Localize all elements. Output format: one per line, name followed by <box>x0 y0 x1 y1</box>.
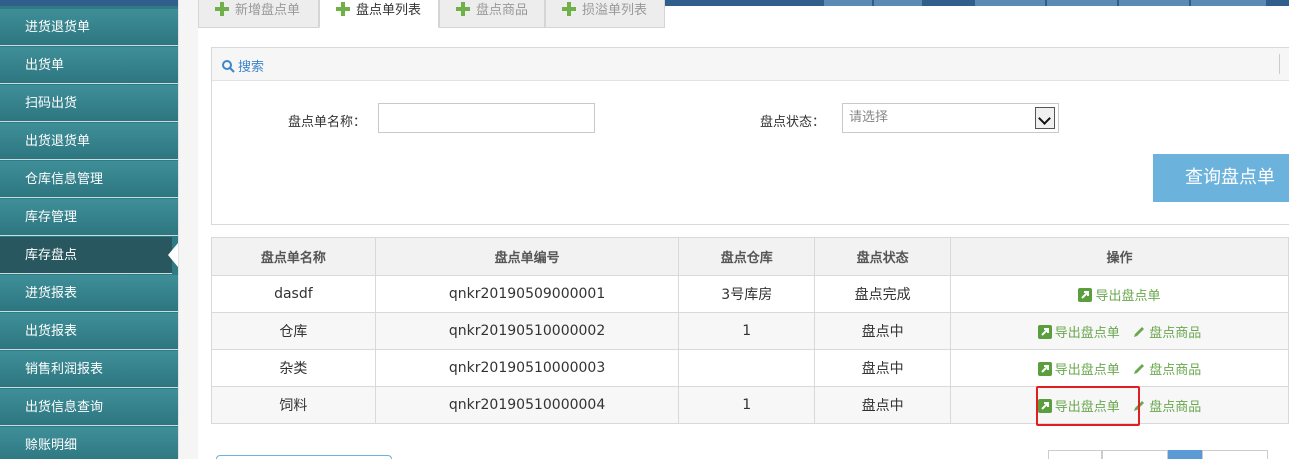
cell-name: 饲料 <box>211 386 376 424</box>
plus-icon <box>336 2 350 16</box>
sidebar-item-outbound-order[interactable]: 出货单 <box>0 47 178 84</box>
tab-label: 盘点商品 <box>476 3 529 18</box>
export-label: 导出盘点单 <box>1095 288 1161 304</box>
cell-status: 盘点中 <box>814 349 951 387</box>
sidebar-item-scan-outbound[interactable]: 扫码出货 <box>0 85 178 122</box>
search-panel: 搜索 盘点单名称： 盘点状态： 请选择 查询盘点单 <box>211 47 1289 225</box>
pager-button-current[interactable] <box>1168 450 1202 459</box>
cell-warehouse <box>678 349 816 387</box>
export-stocktake-link[interactable]: 导出盘点单 <box>1037 322 1120 341</box>
tab-stocktake-list[interactable]: 盘点单列表 <box>319 0 439 28</box>
search-icon <box>222 60 235 73</box>
active-indicator <box>168 243 178 267</box>
cell-code: qnkr20190510000004 <box>374 386 680 424</box>
top-bar-segment <box>1047 0 1117 6</box>
top-bar-segment <box>975 0 1045 6</box>
cell-name: 杂类 <box>211 349 376 387</box>
query-button[interactable]: 查询盘点单 <box>1153 154 1289 202</box>
header-divider <box>1279 54 1280 74</box>
tab-stocktake-goods[interactable]: 盘点商品 <box>439 0 545 28</box>
sidebar-item-outbound-query[interactable]: 出货信息查询 <box>0 389 178 426</box>
top-bar-segment <box>1191 0 1266 6</box>
tab-loss-list[interactable]: 损溢单列表 <box>545 0 665 28</box>
plus-icon <box>215 2 229 16</box>
sidebar-item-outbound-report[interactable]: 出货报表 <box>0 313 178 350</box>
pager-button[interactable] <box>1202 450 1268 459</box>
stocktake-name-input[interactable] <box>378 103 595 133</box>
status-field-label: 盘点状态： <box>760 115 826 130</box>
status-select[interactable]: 请选择 <box>842 103 1059 133</box>
top-bar-segment <box>824 0 872 6</box>
status-select-value: 请选择 <box>849 110 889 125</box>
cell-name: dasdf <box>211 275 376 313</box>
stocktake-goods-link[interactable]: 盘点商品 <box>1132 396 1201 415</box>
sidebar-item-inventory[interactable]: 库存管理 <box>0 199 178 236</box>
cell-warehouse: 1 <box>678 386 816 424</box>
stocktake-goods-link[interactable]: 盘点商品 <box>1132 322 1201 341</box>
highlight-box <box>1036 386 1140 426</box>
goods-label: 盘点商品 <box>1149 399 1202 415</box>
column-header: 操作 <box>949 237 1289 276</box>
table-row: 杂类 qnkr20190510000003 盘点中 导出盘点单 盘点商品 <box>211 349 1289 387</box>
plus-icon <box>456 2 470 16</box>
search-toggle[interactable]: 搜索 <box>222 56 264 75</box>
top-bar-segment <box>874 0 922 6</box>
pencil-icon <box>1134 326 1145 337</box>
export-icon <box>1037 361 1052 376</box>
chevron-down-icon[interactable] <box>1035 107 1055 129</box>
column-header: 盘点仓库 <box>678 237 816 276</box>
sidebar-item-purchase-report[interactable]: 进货报表 <box>0 275 178 312</box>
column-header: 盘点单名称 <box>211 237 376 276</box>
cell-code: qnkr20190510000002 <box>374 312 680 350</box>
pencil-icon <box>1134 363 1145 374</box>
pager-button[interactable] <box>1048 450 1102 459</box>
export-icon <box>1078 287 1093 302</box>
cell-warehouse: 1 <box>678 312 816 350</box>
export-stocktake-link[interactable]: 导出盘点单 <box>1078 285 1161 304</box>
goods-label: 盘点商品 <box>1149 362 1202 378</box>
export-icon <box>1037 324 1052 339</box>
tab-label: 新增盘点单 <box>235 3 301 18</box>
name-field-label: 盘点单名称： <box>288 115 367 130</box>
pager-button[interactable] <box>1102 450 1168 459</box>
sidebar-item-profit-report[interactable]: 销售利润报表 <box>0 351 178 388</box>
tab-label: 损溢单列表 <box>582 3 648 18</box>
cell-actions: 导出盘点单 <box>949 275 1289 313</box>
cell-status: 盘点中 <box>814 386 951 424</box>
export-stocktake-link[interactable]: 导出盘点单 <box>1037 359 1120 378</box>
goods-label: 盘点商品 <box>1149 325 1202 341</box>
cell-status: 盘点中 <box>814 312 951 350</box>
tab-new-stocktake[interactable]: 新增盘点单 <box>198 0 319 28</box>
sidebar-item-purchase-return[interactable]: 进货退货单 <box>0 9 178 46</box>
cell-actions: 导出盘点单 盘点商品 <box>949 312 1289 350</box>
column-header: 盘点单编号 <box>374 237 680 276</box>
stocktake-goods-link[interactable]: 盘点商品 <box>1132 359 1201 378</box>
cell-name: 仓库 <box>211 312 376 350</box>
search-label: 搜索 <box>238 60 265 75</box>
sidebar-item-credit-detail[interactable]: 赊账明细 <box>0 427 178 459</box>
export-label: 导出盘点单 <box>1054 362 1120 378</box>
cell-status: 盘点完成 <box>814 275 951 313</box>
cell-warehouse: 3号库房 <box>678 275 816 313</box>
tab-label: 盘点单列表 <box>356 3 422 18</box>
sidebar-divider <box>178 0 198 459</box>
bottom-button[interactable] <box>216 455 392 459</box>
cell-code: qnkr20190509000001 <box>374 275 680 313</box>
export-label: 导出盘点单 <box>1054 325 1120 341</box>
search-panel-header: 搜索 <box>212 48 1289 81</box>
sidebar-item-stocktake[interactable]: 库存盘点 <box>0 237 172 274</box>
plus-icon <box>562 2 576 16</box>
sidebar-item-warehouse-info[interactable]: 仓库信息管理 <box>0 161 178 198</box>
cell-code: qnkr20190510000003 <box>374 349 680 387</box>
sidebar-item-outbound-return[interactable]: 出货退货单 <box>0 123 178 160</box>
sidebar: 进货退货单 出货单 扫码出货 出货退货单 仓库信息管理 库存管理 库存盘点 进货… <box>0 6 178 459</box>
table-row: 仓库 qnkr20190510000002 1 盘点中 导出盘点单 盘点商品 <box>211 312 1289 350</box>
table-row: dasdf qnkr20190509000001 3号库房 盘点完成 导出盘点单 <box>211 275 1289 313</box>
cell-actions: 导出盘点单 盘点商品 <box>949 349 1289 387</box>
top-bar-segment <box>1119 0 1189 6</box>
table-header-row: 盘点单名称 盘点单编号 盘点仓库 盘点状态 操作 <box>211 237 1289 276</box>
column-header: 盘点状态 <box>814 237 951 276</box>
